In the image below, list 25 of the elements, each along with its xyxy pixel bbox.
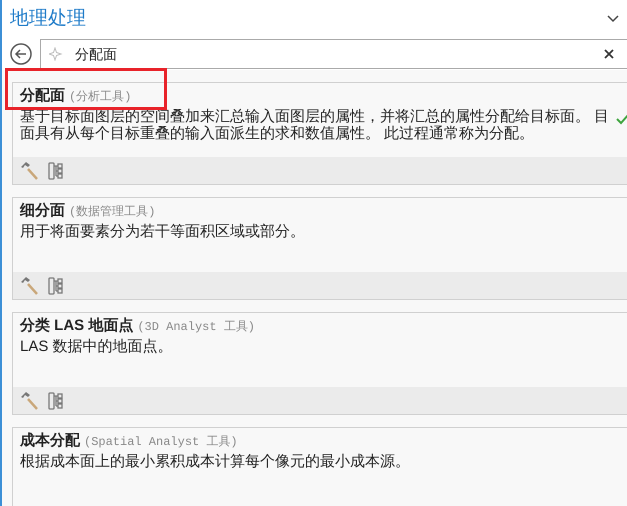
tool-name[interactable]: 分配面 bbox=[20, 85, 65, 108]
tool-card[interactable]: 成本分配 (Spatial Analyst 工具) 根据成本面上的最小累积成本计算每个像元的最小成本源。 bbox=[12, 427, 627, 506]
chevron-down-icon[interactable] bbox=[607, 15, 619, 23]
tool-name[interactable]: 细分面 bbox=[20, 200, 65, 222]
panel-title: 地理处理 bbox=[10, 6, 86, 31]
back-icon[interactable] bbox=[10, 43, 32, 65]
tool-description: 根据成本面上的最小累积成本计算每个像元的最小成本源。 bbox=[20, 452, 411, 470]
toolbox-name: (分析工具) bbox=[69, 89, 132, 106]
search-field[interactable]: 分配面 bbox=[40, 39, 627, 69]
tool-name[interactable]: 分类 LAS 地面点 bbox=[20, 315, 134, 338]
hammer-icon[interactable] bbox=[19, 276, 39, 296]
tool-description: 面具有从每个目标重叠的输入面派生的求和数值属性。 此过程通常称为分配。 bbox=[20, 124, 536, 142]
sparkle-icon bbox=[49, 47, 63, 61]
tool-description: 用于将面要素分为若干等面积区域或部分。 bbox=[20, 222, 306, 240]
hammer-icon[interactable] bbox=[19, 390, 39, 410]
toolbox-name: (Spatial Analyst 工具) bbox=[84, 434, 238, 451]
tool-card[interactable]: 分类 LAS 地面点 (3D Analyst 工具) LAS 数据中的地面点。 bbox=[12, 312, 627, 415]
tool-name[interactable]: 成本分配 bbox=[20, 430, 80, 452]
tool-card[interactable]: 细分面 (数据管理工具) 用于将面要素分为若干等面积区域或部分。 bbox=[12, 197, 627, 300]
hammer-icon[interactable] bbox=[19, 160, 39, 180]
close-icon[interactable] bbox=[604, 49, 614, 59]
toolbox-name: (数据管理工具) bbox=[69, 204, 156, 221]
tool-description: LAS 数据中的地面点。 bbox=[20, 338, 174, 354]
toolbox-name: (3D Analyst 工具) bbox=[137, 319, 255, 336]
search-text: 分配面 bbox=[75, 44, 117, 64]
